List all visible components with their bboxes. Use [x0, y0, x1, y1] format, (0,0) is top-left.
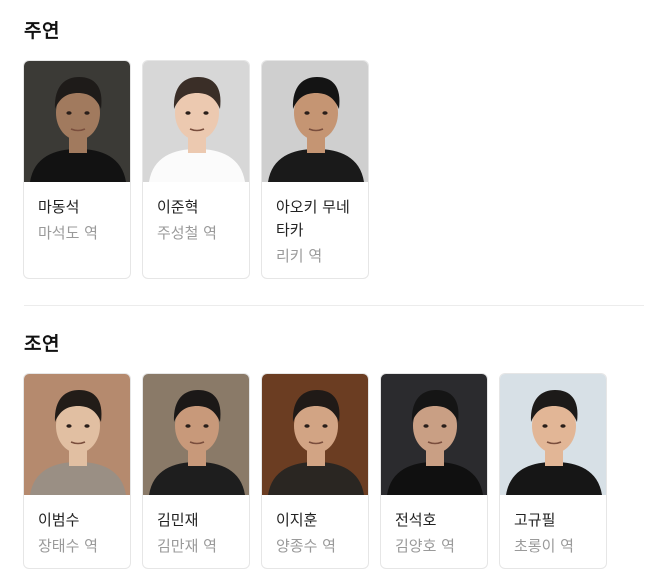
actor-name[interactable]: 이준혁: [157, 196, 237, 219]
actor-photo[interactable]: [262, 61, 368, 182]
actor-photo[interactable]: [500, 374, 606, 495]
cast-card[interactable]: 아오키 무네타카리키 역: [261, 60, 369, 279]
cast-card[interactable]: 전석호김양호 역: [380, 373, 488, 569]
character-role: 주성철 역: [157, 224, 217, 242]
actor-photo[interactable]: [143, 61, 249, 182]
character-role: 초롱이 역: [514, 537, 574, 555]
actor-photo[interactable]: [143, 374, 249, 495]
section-title-supporting: 조연: [24, 333, 60, 355]
actor-photo[interactable]: [24, 374, 130, 495]
cast-info: 고규필초롱이 역: [500, 495, 606, 568]
cast-card[interactable]: 김민재김만재 역: [142, 373, 250, 569]
cast-info: 아오키 무네타카리키 역: [262, 182, 368, 278]
actor-photo[interactable]: [24, 61, 130, 182]
cast-card[interactable]: 이지훈양종수 역: [261, 373, 369, 569]
actor-photo[interactable]: [381, 374, 487, 495]
supporting-cast-row: 이범수 장태수 역 김민재 김만재 역 이지훈 양종수 역 전석호 김양호 역 고규필 초롱이 역: [23, 373, 607, 569]
character-role: 장태수 역: [38, 537, 98, 555]
actor-name[interactable]: 이범수: [38, 509, 118, 532]
cast-info: 마동석마석도 역: [24, 182, 130, 255]
cast-info: 김민재김만재 역: [143, 495, 249, 568]
cast-card[interactable]: 이준혁주성철 역: [142, 60, 250, 279]
actor-name[interactable]: 김민재: [157, 509, 237, 532]
character-role: 양종수 역: [276, 537, 336, 555]
section-title-lead: 주연: [24, 20, 60, 42]
section-divider: [24, 305, 644, 306]
cast-info: 전석호김양호 역: [381, 495, 487, 568]
cast-info: 이지훈양종수 역: [262, 495, 368, 568]
actor-name[interactable]: 아오키 무네타카: [276, 196, 356, 242]
character-role: 마석도 역: [38, 224, 98, 242]
cast-info: 이범수장태수 역: [24, 495, 130, 568]
actor-name[interactable]: 이지훈: [276, 509, 356, 532]
character-role: 김만재 역: [157, 537, 217, 555]
actor-name[interactable]: 전석호: [395, 509, 475, 532]
lead-cast-row: 마동석 마석도 역 이준혁 주성철 역 아오키 무네타카 리키 역: [23, 60, 369, 279]
cast-card[interactable]: 이범수장태수 역: [23, 373, 131, 569]
cast-card[interactable]: 마동석마석도 역: [23, 60, 131, 279]
actor-photo[interactable]: [262, 374, 368, 495]
actor-name[interactable]: 마동석: [38, 196, 118, 219]
cast-card[interactable]: 고규필초롱이 역: [499, 373, 607, 569]
character-role: 리키 역: [276, 247, 323, 265]
character-role: 김양호 역: [395, 537, 455, 555]
cast-info: 이준혁주성철 역: [143, 182, 249, 255]
actor-name[interactable]: 고규필: [514, 509, 594, 532]
